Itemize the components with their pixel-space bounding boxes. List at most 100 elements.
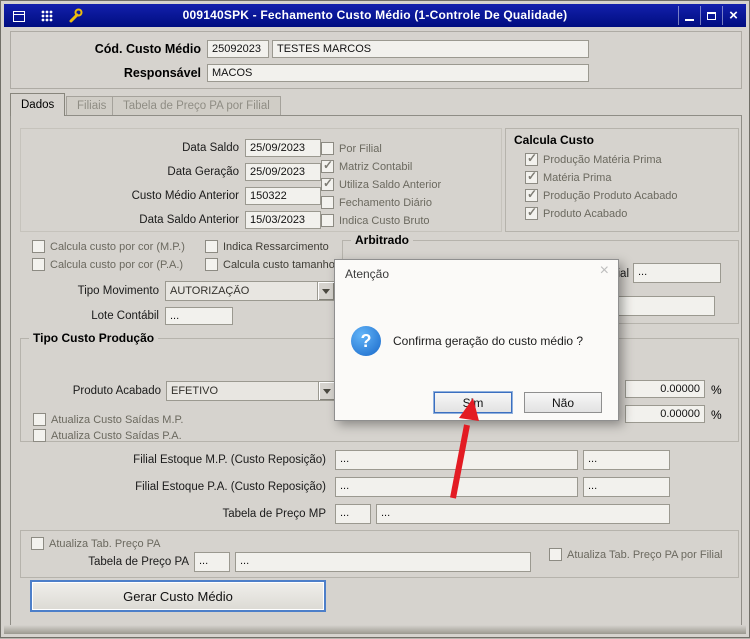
custo-medio-anterior-input[interactable]: 150322 <box>245 187 321 205</box>
tab-tabela-preco-pa[interactable]: Tabela de Preço PA por Filial <box>112 96 281 115</box>
tab-filiais[interactable]: Filiais <box>66 96 117 115</box>
close-icon: × <box>729 8 738 23</box>
indica-ressarcimento-label: Indica Ressarcimento <box>223 241 329 253</box>
responsavel-input[interactable]: MACOS <box>207 64 589 82</box>
atualiza-saidas-mp-label: Atualiza Custo Saídas M.P. <box>51 414 183 426</box>
checkbox-custo-cor-mp: Calcula custo por cor (M.P.) <box>32 240 185 253</box>
chevron-down-icon <box>317 282 334 300</box>
percent-symbol-2: % <box>711 408 722 422</box>
custo-cor-pa-label: Calcula custo por cor (P.A.) <box>50 259 183 271</box>
produto-acabado-select[interactable]: EFETIVO <box>166 381 336 401</box>
por-filial-checkbox[interactable] <box>321 142 334 155</box>
app-window: 009140SPK - Fechamento Custo Médio (1-Co… <box>0 0 750 638</box>
tipo-custo-producao-title: Tipo Custo Produção <box>29 331 158 345</box>
atualiza-tab-preco-pa-por-filial-checkbox[interactable] <box>549 548 562 561</box>
checkbox-utiliza-saldo-anterior: Utiliza Saldo Anterior <box>321 178 441 191</box>
calcula-custo-tamanho-checkbox[interactable] <box>205 258 218 271</box>
checkbox-materia-prima: Matéria Prima <box>525 171 611 184</box>
nao-button[interactable]: Não <box>524 392 602 413</box>
atualiza-saidas-mp-checkbox[interactable] <box>33 413 46 426</box>
custo-cor-mp-label: Calcula custo por cor (M.P.) <box>50 241 185 253</box>
checkbox-calcula-custo-tamanho: Calcula custo tamanho <box>205 258 335 271</box>
gerar-custo-medio-button[interactable]: Gerar Custo Médio <box>30 580 326 612</box>
calcula-custo-tamanho-label: Calcula custo tamanho <box>223 259 335 271</box>
maximize-button[interactable] <box>700 6 722 25</box>
custo-cor-mp-checkbox[interactable] <box>32 240 45 253</box>
responsavel-label: Responsável <box>11 66 201 80</box>
indica-custo-bruto-checkbox[interactable] <box>321 214 334 227</box>
tabela-preco-pa-lookup[interactable]: ... <box>194 552 230 572</box>
lote-contabil-lookup[interactable]: ... <box>165 307 233 325</box>
header-panel: Cód. Custo Médio 25092023 TESTES MARCOS … <box>10 31 742 89</box>
checkbox-matriz-contabil: Matriz Contabil <box>321 160 412 173</box>
atualiza-tab-preco-pa-por-filial-label: Atualiza Tab. Preço PA por Filial <box>567 549 723 561</box>
data-geracao-input[interactable]: 25/09/2023 <box>245 163 321 181</box>
dialog-message: Confirma geração do custo médio ? <box>393 334 583 348</box>
tipo-movimento-value: AUTORIZAÇÃO <box>166 285 317 297</box>
tipo-movimento-select[interactable]: AUTORIZAÇÃO <box>165 281 335 301</box>
tabela-preco-pa-desc[interactable]: ... <box>235 552 531 572</box>
arbitrado-title: Arbitrado <box>351 233 413 247</box>
atualiza-tab-preco-pa-checkbox[interactable] <box>31 537 44 550</box>
percentual-1-input[interactable]: 0.00000 <box>625 380 705 398</box>
producao-produto-acabado-label: Produção Produto Acabado <box>543 190 678 202</box>
produto-acabado-checkbox[interactable] <box>525 207 538 220</box>
form-icon[interactable] <box>10 7 27 24</box>
atualiza-tab-preco-pa-label: Atualiza Tab. Preço PA <box>49 538 161 550</box>
close-button[interactable]: × <box>722 6 744 25</box>
checkbox-indica-ressarcimento: Indica Ressarcimento <box>205 240 329 253</box>
filial-estoque-mp-label: Filial Estoque M.P. (Custo Reposição) <box>11 454 326 466</box>
custo-cor-pa-checkbox[interactable] <box>32 258 45 271</box>
group-tabela-preco-pa: Atualiza Tab. Preço PA Tabela de Preço P… <box>20 530 739 578</box>
wrench-icon[interactable] <box>66 7 83 24</box>
checkbox-atualiza-tab-preco-pa: Atualiza Tab. Preço PA <box>31 537 161 550</box>
filial-estoque-mp-lookup-2[interactable]: ... <box>583 450 670 470</box>
produto-acabado-select-label: Produto Acabado <box>21 385 161 397</box>
tabela-preco-mp-lookup[interactable]: ... <box>335 504 371 524</box>
grid-icon[interactable] <box>38 7 55 24</box>
producao-materia-prima-checkbox[interactable] <box>525 153 538 166</box>
sim-button[interactable]: Sim <box>434 392 512 413</box>
checkbox-fechamento-diario: Fechamento Diário <box>321 196 432 209</box>
checkbox-atualiza-saidas-mp: Atualiza Custo Saídas M.P. <box>33 413 183 426</box>
checkbox-custo-cor-pa: Calcula custo por cor (P.A.) <box>32 258 183 271</box>
cod-custo-medio-desc-input[interactable]: TESTES MARCOS <box>272 40 589 58</box>
checkbox-indica-custo-bruto: Indica Custo Bruto <box>321 214 430 227</box>
tabela-preco-mp-desc[interactable]: ... <box>376 504 670 524</box>
filial-estoque-pa-lookup[interactable]: ... <box>335 477 578 497</box>
atualiza-saidas-pa-checkbox[interactable] <box>33 429 46 442</box>
producao-produto-acabado-checkbox[interactable] <box>525 189 538 202</box>
por-filial-label: Por Filial <box>339 143 382 155</box>
tipo-movimento-label: Tipo Movimento <box>11 285 159 297</box>
percentual-2-input[interactable]: 0.00000 <box>625 405 705 423</box>
data-saldo-input[interactable]: 25/09/2023 <box>245 139 321 157</box>
filial-estoque-mp-lookup[interactable]: ... <box>335 450 578 470</box>
produto-acabado-label: Produto Acabado <box>543 208 627 220</box>
minimize-button[interactable] <box>678 6 700 25</box>
materia-prima-checkbox[interactable] <box>525 171 538 184</box>
percent-symbol-1: % <box>711 383 722 397</box>
data-saldo-anterior-input[interactable]: 15/03/2023 <box>245 211 321 229</box>
indica-ressarcimento-checkbox[interactable] <box>205 240 218 253</box>
filial-estoque-pa-label: Filial Estoque P.A. (Custo Reposição) <box>11 481 326 493</box>
utiliza-saldo-anterior-checkbox[interactable] <box>321 178 334 191</box>
checkbox-produto-acabado: Produto Acabado <box>525 207 627 220</box>
utiliza-saldo-anterior-label: Utiliza Saldo Anterior <box>339 179 441 191</box>
question-icon: ? <box>351 326 381 356</box>
data-saldo-anterior-label: Data Saldo Anterior <box>21 214 239 226</box>
filial-estoque-pa-lookup-2[interactable]: ... <box>583 477 670 497</box>
chevron-down-icon <box>318 382 335 400</box>
maximize-icon <box>707 12 716 20</box>
producao-materia-prima-label: Produção Matéria Prima <box>543 154 662 166</box>
tabela-preco-pa-label: Tabela de Preço PA <box>21 556 189 568</box>
tab-dados[interactable]: Dados <box>10 93 65 116</box>
checkbox-producao-materia-prima: Produção Matéria Prima <box>525 153 662 166</box>
dialog-close-icon[interactable]: × <box>600 263 609 279</box>
matriz-contabil-checkbox[interactable] <box>321 160 334 173</box>
dialog-title: Atenção <box>345 267 389 281</box>
window-title: 009140SPK - Fechamento Custo Médio (1-Co… <box>4 8 746 22</box>
arbitrado-filial-lookup[interactable]: ... <box>633 263 721 283</box>
cod-custo-medio-input[interactable]: 25092023 <box>207 40 269 58</box>
materia-prima-label: Matéria Prima <box>543 172 611 184</box>
fechamento-diario-checkbox[interactable] <box>321 196 334 209</box>
